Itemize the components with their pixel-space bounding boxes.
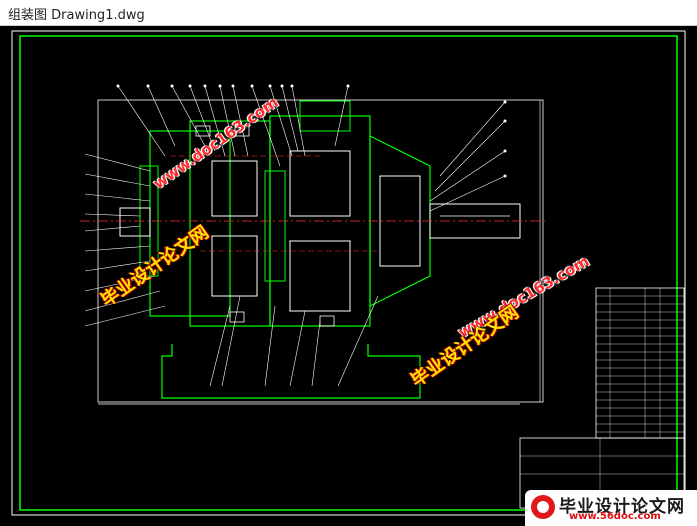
logo-url: www.56doc.com xyxy=(569,511,661,522)
parts-list-rows xyxy=(596,288,684,438)
gear-1-upper xyxy=(211,160,258,217)
gear-2-lower xyxy=(289,240,351,312)
gear-2-upper xyxy=(289,150,351,217)
site-logo: 毕业设计论文网 www.56doc.com xyxy=(525,490,697,526)
bolt xyxy=(319,315,335,327)
intermediate-shaft xyxy=(264,170,286,282)
bolt xyxy=(229,311,245,323)
title-bar: 组装图 Drawing1.dwg xyxy=(0,0,697,26)
gear-1-lower xyxy=(211,235,258,297)
drawing-canvas[interactable]: www.doc163.com 毕业设计论文网 www.doc163.com 毕业… xyxy=(0,26,697,526)
sheet-outer-border xyxy=(11,30,686,516)
parts-list-table xyxy=(595,287,685,439)
input-shaft xyxy=(119,207,151,237)
window-title: 组装图 Drawing1.dwg xyxy=(8,8,145,23)
logo-mark-icon xyxy=(531,495,555,519)
assembly-drawing xyxy=(11,30,686,516)
base-outline xyxy=(161,344,421,399)
